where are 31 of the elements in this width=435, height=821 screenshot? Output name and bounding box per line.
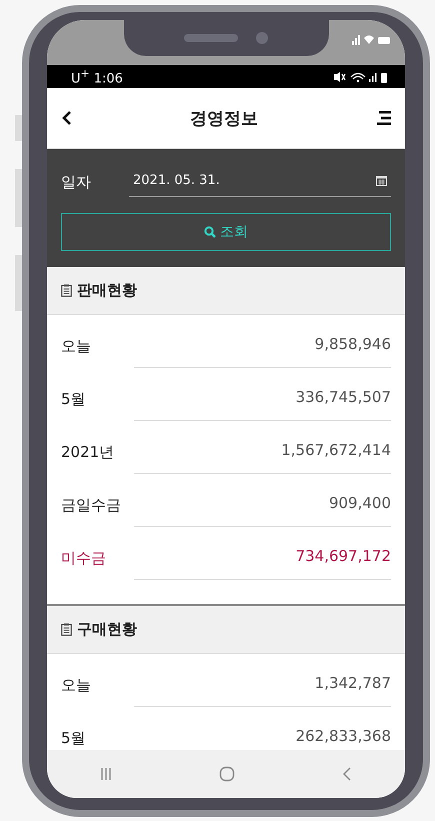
clipboard-icon	[61, 284, 72, 297]
status-icons-drawing	[351, 34, 391, 46]
section-title: 판매현황	[77, 281, 137, 300]
recent-apps-icon[interactable]	[100, 767, 112, 781]
row-value: 909,400	[134, 494, 391, 527]
row-value: 734,697,172	[134, 547, 391, 580]
camera-icon	[256, 32, 268, 44]
calendar-icon[interactable]	[376, 175, 387, 186]
back-icon[interactable]	[61, 110, 73, 126]
section-title: 구매현황	[77, 620, 137, 639]
row-value: 1,567,672,414	[134, 441, 391, 474]
menu-icon[interactable]	[375, 110, 391, 126]
home-icon[interactable]	[218, 766, 235, 782]
row-value: 1,342,787	[134, 674, 391, 707]
row-value: 9,858,946	[134, 335, 391, 368]
search-icon	[204, 226, 216, 238]
row-label: 5월	[61, 390, 87, 410]
row-label: 금일수금	[61, 496, 122, 516]
row-label: 오늘	[61, 337, 92, 357]
clipboard-icon	[61, 623, 72, 636]
carrier-time: U$^{+}$ 1:06	[71, 66, 123, 86]
row-label: 2021년	[61, 443, 116, 463]
row-label: 오늘	[61, 676, 92, 696]
date-label: 일자	[61, 172, 92, 192]
page-title: 경영정보	[190, 108, 258, 130]
search-button[interactable]: 조회	[61, 213, 391, 251]
speaker-icon	[184, 34, 238, 42]
row-label: 미수금	[61, 549, 107, 569]
row-value: 336,745,507	[134, 388, 391, 421]
date-field[interactable]: 2021. 05. 31.	[129, 167, 391, 197]
row-label: 5월	[61, 729, 87, 749]
